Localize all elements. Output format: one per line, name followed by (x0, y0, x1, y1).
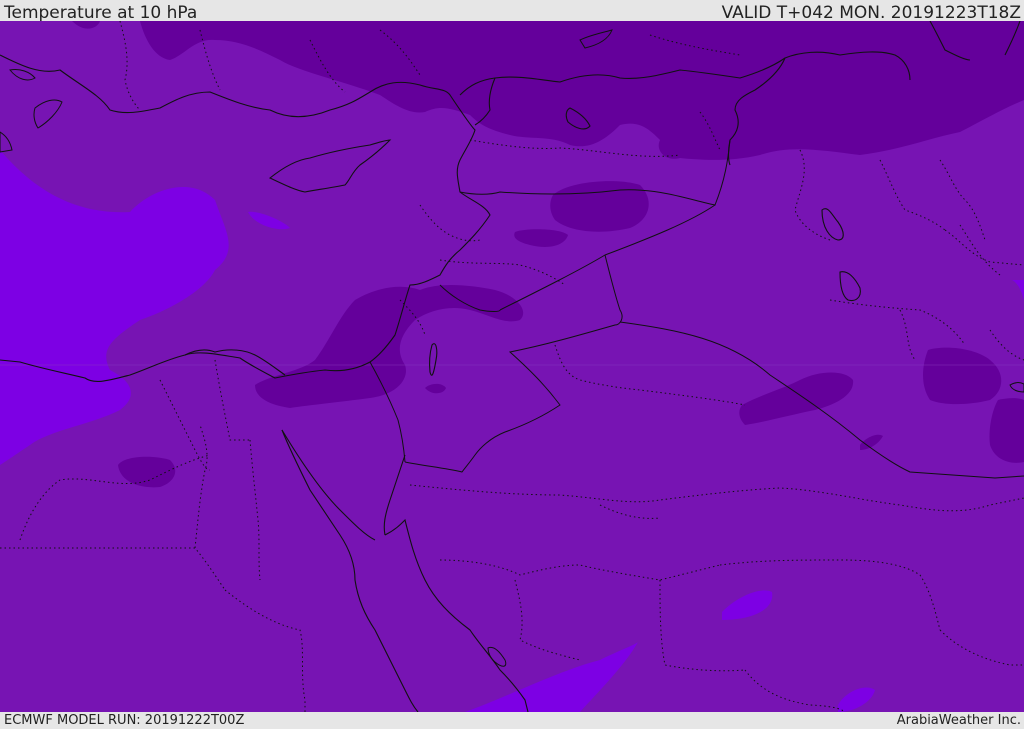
cold-zone-central-north (550, 181, 649, 232)
credit-label: ArabiaWeather Inc. (896, 713, 1021, 728)
map-canvas (0, 21, 1024, 712)
header-bar: Temperature at 10 hPa VALID T+042 MON. 2… (0, 0, 1024, 23)
valid-time: VALID T+042 MON. 20191223T18Z (721, 3, 1021, 23)
weather-map (0, 21, 1024, 712)
cold-zone-iran-east (989, 398, 1024, 463)
footer-bar: ECMWF MODEL RUN: 20191222T00Z ArabiaWeat… (0, 712, 1024, 729)
model-run: ECMWF MODEL RUN: 20191222T00Z (4, 713, 245, 728)
map-title: Temperature at 10 hPa (4, 3, 198, 23)
